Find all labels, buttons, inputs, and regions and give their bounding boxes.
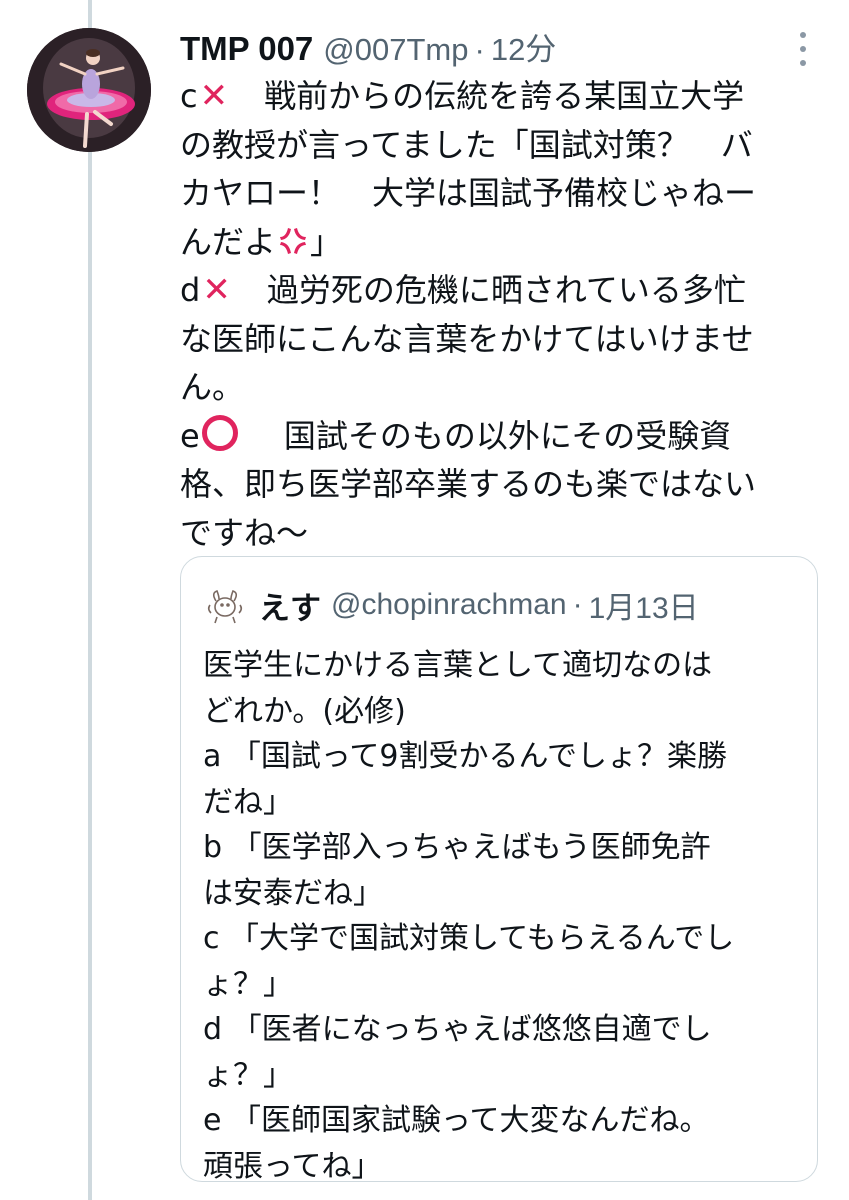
quoted-line: b 「医学部入っちゃえばもう医師免許 xyxy=(203,830,711,865)
quoted-line: d 「医者になっちゃえば悠悠自適でし xyxy=(203,1012,712,1047)
quoted-tweet-header: えす @chopinrachman · 1月13日 xyxy=(203,583,793,627)
anger-symbol-icon xyxy=(280,227,307,254)
quoted-line: ょ？」 xyxy=(203,966,293,1002)
tweet-line: カヤロー！ 大学は国試予備校じゃねー xyxy=(180,174,757,212)
tweet-line: ですね～ xyxy=(180,513,309,552)
quoted-line: ょ？」 xyxy=(203,1057,293,1093)
tweet-timestamp[interactable]: 12分 xyxy=(491,24,556,69)
quoted-line: 医学生にかける言葉として適切なのは xyxy=(203,648,713,683)
more-dot xyxy=(800,60,806,66)
tweet-line: d✕ 過労死の危機に晒されている多忙 xyxy=(180,266,820,315)
quoted-author-avatar[interactable] xyxy=(203,583,247,627)
quoted-tweet[interactable]: えす @chopinrachman · 1月13日 医学生にかける言葉として適切… xyxy=(180,556,818,1184)
more-dot xyxy=(800,46,806,52)
quoted-author-display-name[interactable]: えす xyxy=(259,583,321,628)
tweet-line: の教授が言ってました「国試対策？ バ xyxy=(180,125,753,164)
more-dot xyxy=(800,32,806,38)
option-letter: e xyxy=(180,416,200,455)
circle-mark-icon xyxy=(201,414,238,451)
option-letter: d xyxy=(180,271,201,309)
author-handle[interactable]: @007Tmp xyxy=(323,32,468,68)
quoted-tweet-body: 医学生にかける言葉として適切なのは どれか。(必修) a 「国試って9割受かるん… xyxy=(203,643,793,1189)
quoted-line: a 「国試って9割受かるんでしょ？楽勝 xyxy=(203,739,728,774)
separator-dot: · xyxy=(474,32,485,67)
avatar[interactable] xyxy=(27,28,151,152)
more-options-icon[interactable] xyxy=(798,32,808,66)
tweet-line: ん。 xyxy=(180,368,245,406)
tweet-text-segment: 」 xyxy=(310,222,343,261)
tweet-text-segment: 過労死の危機に晒されている多忙 xyxy=(234,271,746,309)
author-display-name[interactable]: TMP 007 xyxy=(180,30,313,68)
separator-dot: · xyxy=(572,588,583,621)
tweet-text-segment: んだよ xyxy=(180,222,277,261)
tweet: TMP 007 @007Tmp · 12分 c✕ 戦前からの伝統を誇る某国立大学… xyxy=(180,24,820,557)
cross-mark-icon: ✕ xyxy=(202,270,231,310)
quoted-author-handle[interactable]: @chopinrachman xyxy=(331,588,567,622)
tweet-line: c✕ 戦前からの伝統を誇る某国立大学 xyxy=(180,72,820,121)
tweet-body: c✕ 戦前からの伝統を誇る某国立大学 の教授が言ってました「国試対策？ バ カヤ… xyxy=(180,72,820,557)
option-letter: c xyxy=(180,77,198,115)
tweet-text-segment: 国試そのもの以外にその受験資 xyxy=(241,416,732,455)
tweet-line: んだよ 」 xyxy=(180,218,820,267)
quoted-line: e 「医師国家試験って大変なんだね。 xyxy=(203,1103,710,1138)
thread-connector-line xyxy=(88,0,92,1200)
quoted-tweet-timestamp[interactable]: 1月13日 xyxy=(589,583,699,627)
tweet-line: 格、即ち医学部卒業するのも楽ではない xyxy=(180,465,757,503)
tweet-line: な医師にこんな言葉をかけてはいけませ xyxy=(180,319,754,358)
quoted-line: どれか。(必修) xyxy=(203,693,406,729)
tweet-header: TMP 007 @007Tmp · 12分 xyxy=(180,24,820,68)
tweet-page: TMP 007 @007Tmp · 12分 c✕ 戦前からの伝統を誇る某国立大学… xyxy=(0,0,849,1200)
quoted-line: だね」 xyxy=(203,784,293,820)
ballerina-avatar-image xyxy=(27,28,151,152)
cross-mark-icon: ✕ xyxy=(199,76,229,116)
tweet-line: e 国試そのもの以外にその受験資 xyxy=(180,412,820,461)
quoted-line: c 「大学で国試対策してもらえるんでし xyxy=(203,921,735,956)
quoted-line: は安泰だね」 xyxy=(203,875,383,911)
tweet-text-segment: 戦前からの伝統を誇る某国立大学 xyxy=(232,77,745,115)
quoted-line: 頑張ってね」 xyxy=(203,1148,382,1184)
